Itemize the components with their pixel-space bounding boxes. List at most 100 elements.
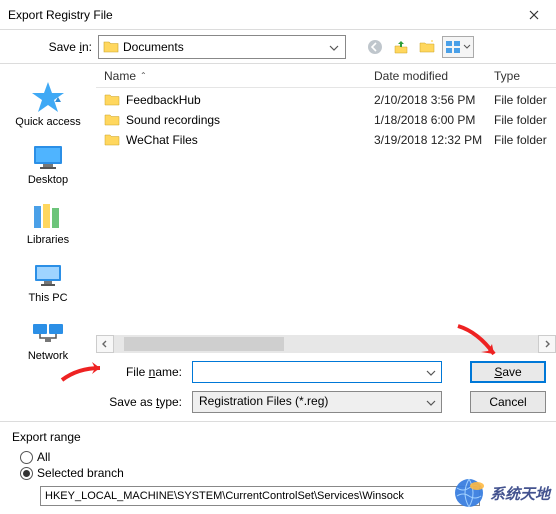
this-pc-icon xyxy=(31,262,65,290)
places-sidebar: Quick access Desktop Libraries This PC N… xyxy=(0,64,96,421)
file-list: Name ⌃ Date modified Type FeedbackHub 2/… xyxy=(96,64,556,335)
sort-ascending-icon: ⌃ xyxy=(140,71,147,80)
radio-all-row[interactable]: All xyxy=(20,450,544,464)
filename-label: File name: xyxy=(96,365,192,379)
label-pre: File xyxy=(126,365,149,379)
sidebar-item-label: This PC xyxy=(28,292,67,304)
file-name: FeedbackHub xyxy=(126,93,201,107)
up-icon xyxy=(393,39,409,55)
chevron-down-icon xyxy=(426,395,436,409)
watermark-text: 系统天地 xyxy=(490,483,550,504)
sidebar-item-desktop[interactable]: Desktop xyxy=(8,140,88,190)
savein-dropdown[interactable]: Documents xyxy=(98,35,346,59)
network-icon xyxy=(31,320,65,348)
view-menu-button[interactable] xyxy=(442,36,474,58)
sidebar-item-label: Desktop xyxy=(28,174,68,186)
globe-icon xyxy=(452,476,486,510)
toolbar: Save in: Documents xyxy=(0,30,556,64)
radio-all[interactable] xyxy=(20,451,33,464)
list-item[interactable]: FeedbackHub 2/10/2018 3:56 PM File folde… xyxy=(96,90,556,110)
up-one-level-button[interactable] xyxy=(390,36,412,58)
label-suf: ame: xyxy=(155,365,182,379)
file-type: File folder xyxy=(486,113,556,127)
folder-icon xyxy=(104,112,120,128)
savein-label: Save in: xyxy=(0,40,98,54)
column-header-type[interactable]: Type xyxy=(486,64,556,87)
file-type: File folder xyxy=(486,133,556,147)
btn-suf: ave xyxy=(502,365,521,379)
label-ul: A xyxy=(37,450,45,464)
file-name: WeChat Files xyxy=(126,133,198,147)
chevron-right-icon xyxy=(543,340,551,348)
label-ul: S xyxy=(37,466,45,480)
file-date: 2/10/2018 3:56 PM xyxy=(366,93,486,107)
filename-input-wrap xyxy=(192,361,442,383)
btn-ul: S xyxy=(494,365,502,379)
sidebar-item-network[interactable]: Network xyxy=(8,316,88,366)
sidebar-item-libraries[interactable]: Libraries xyxy=(8,198,88,250)
new-folder-icon xyxy=(419,39,435,55)
savetype-label: Save as type: xyxy=(96,395,192,409)
radio-all-label: All xyxy=(37,450,50,464)
toolbar-buttons xyxy=(364,36,474,58)
dialog-body: Quick access Desktop Libraries This PC N… xyxy=(0,64,556,422)
back-button[interactable] xyxy=(364,36,386,58)
chevron-down-icon xyxy=(329,40,339,54)
horizontal-scrollbar[interactable] xyxy=(96,335,556,353)
label-suf: elected branch xyxy=(45,466,124,480)
column-header-label: Type xyxy=(494,69,520,83)
chevron-down-icon xyxy=(463,44,471,50)
watermark: 系统天地 xyxy=(452,476,550,510)
sidebar-item-this-pc[interactable]: This PC xyxy=(8,258,88,308)
file-date: 3/19/2018 12:32 PM xyxy=(366,133,486,147)
file-rows: FeedbackHub 2/10/2018 3:56 PM File folde… xyxy=(96,88,556,150)
new-folder-button[interactable] xyxy=(416,36,438,58)
radio-selected-label: Selected branch xyxy=(37,466,124,480)
sidebar-item-label: Libraries xyxy=(27,234,69,246)
label-suf: ll xyxy=(45,450,50,464)
action-buttons: Save Cancel xyxy=(470,361,546,413)
close-icon xyxy=(529,10,539,20)
folder-icon xyxy=(104,92,120,108)
back-icon xyxy=(367,39,383,55)
chevron-left-icon xyxy=(101,340,109,348)
window-title: Export Registry File xyxy=(8,8,511,22)
filename-input[interactable] xyxy=(192,361,442,383)
column-header-name[interactable]: Name ⌃ xyxy=(96,64,366,87)
scroll-right-button[interactable] xyxy=(538,335,556,353)
savein-label-pre: Save xyxy=(49,40,80,54)
file-name: Sound recordings xyxy=(126,113,220,127)
label-pre: Save as xyxy=(109,395,156,409)
column-header-label: Name xyxy=(104,69,136,83)
sidebar-item-quick-access[interactable]: Quick access xyxy=(8,76,88,132)
sidebar-item-label: Network xyxy=(28,350,68,362)
folder-icon xyxy=(104,132,120,148)
desktop-icon xyxy=(31,144,65,172)
titlebar: Export Registry File xyxy=(0,0,556,30)
view-icon xyxy=(445,39,461,55)
file-type: File folder xyxy=(486,93,556,107)
radio-selected-branch[interactable] xyxy=(20,467,33,480)
documents-folder-icon xyxy=(103,39,119,55)
list-item[interactable]: Sound recordings 1/18/2018 6:00 PM File … xyxy=(96,110,556,130)
save-button[interactable]: Save xyxy=(470,361,546,383)
savetype-dropdown[interactable]: Registration Files (*.reg) xyxy=(192,391,442,413)
columns-header: Name ⌃ Date modified Type xyxy=(96,64,556,88)
close-button[interactable] xyxy=(511,0,556,30)
scroll-track[interactable] xyxy=(114,335,538,353)
list-item[interactable]: WeChat Files 3/19/2018 12:32 PM File fol… xyxy=(96,130,556,150)
libraries-icon xyxy=(31,202,65,232)
scroll-thumb[interactable] xyxy=(124,337,284,351)
star-icon xyxy=(31,80,65,114)
sidebar-item-label: Quick access xyxy=(15,116,80,128)
scroll-left-button[interactable] xyxy=(96,335,114,353)
savetype-select-wrap: Registration Files (*.reg) xyxy=(192,391,442,413)
cancel-button[interactable]: Cancel xyxy=(470,391,546,413)
export-range-title: Export range xyxy=(12,430,544,444)
savein-value: Documents xyxy=(123,40,184,54)
column-header-label: Date modified xyxy=(374,69,448,83)
column-header-date[interactable]: Date modified xyxy=(366,64,486,87)
branch-path-input[interactable] xyxy=(40,486,480,506)
file-date: 1/18/2018 6:00 PM xyxy=(366,113,486,127)
savein-label-suf: n: xyxy=(82,40,92,54)
